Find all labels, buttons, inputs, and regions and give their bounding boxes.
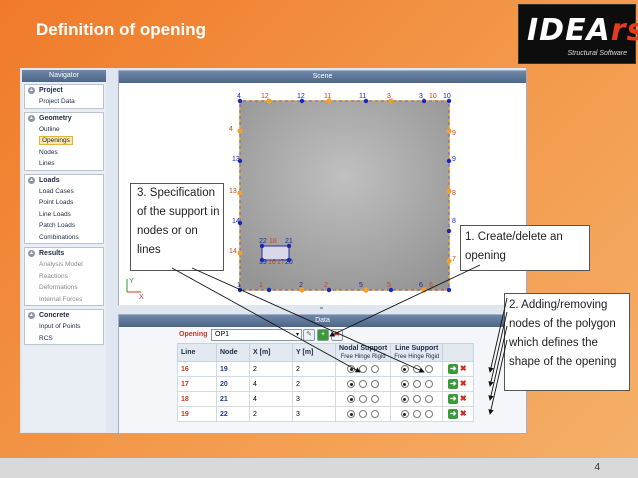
slide-footer: 4 [0, 458, 638, 478]
page-number: 4 [594, 462, 600, 473]
callout-arrows [171, 264, 508, 415]
